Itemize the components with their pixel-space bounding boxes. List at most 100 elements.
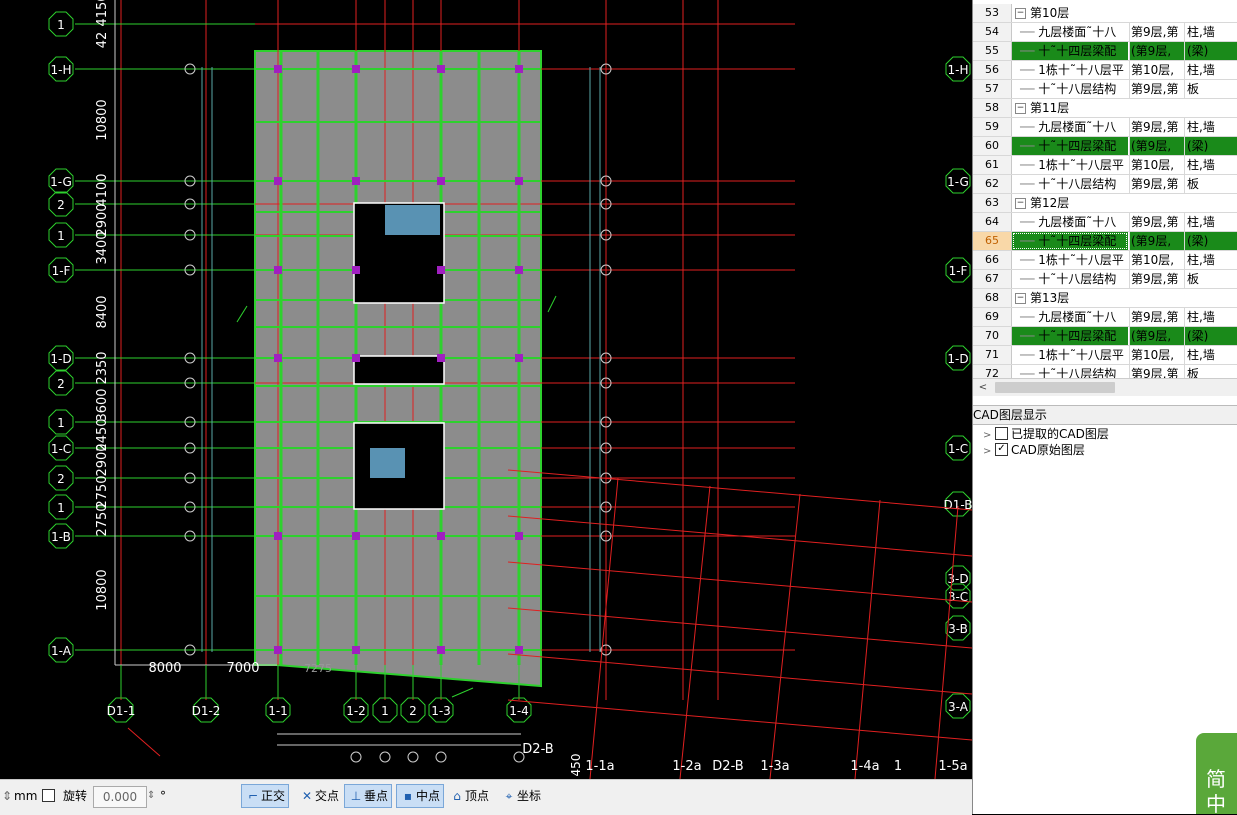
column-axis-label: 1 xyxy=(381,704,389,718)
dimension-label: 4100 xyxy=(95,173,110,206)
component-cell: (梁) xyxy=(1184,232,1237,250)
table-row[interactable]: 70 ── 十˜十四层梁配 (第9层, (梁) xyxy=(973,327,1237,346)
component-cell: 柱,墙 xyxy=(1184,61,1237,79)
drawing-name: ── 1栋十˜十八层平 xyxy=(1012,346,1128,364)
table-row[interactable]: 63− 第12层 xyxy=(973,194,1237,213)
floor-group-label: 第12层 xyxy=(1012,194,1128,212)
table-row[interactable]: 55 ── 十˜十四层梁配 (第9层, (梁) xyxy=(973,42,1237,61)
drawing-svg[interactable]: 1 1-H 1-G 2 1 1-F 1-D 2 1 1-C 2 1 1-B 1-A 4150 42 10800 4… xyxy=(0,0,973,780)
column-marker xyxy=(437,266,445,274)
cell-text: 第12层 xyxy=(1030,196,1070,210)
table-row[interactable]: 69 ── 九层楼面˜十八 第9层,第 柱,墙 xyxy=(973,308,1237,327)
snap-label: 顶点 xyxy=(465,789,490,803)
layer-panel-title: CAD图层显示 xyxy=(973,405,1237,425)
column-marker xyxy=(352,354,360,362)
table-row[interactable]: 58− 第11层 xyxy=(973,99,1237,118)
annotation-stroke xyxy=(236,305,248,323)
row-axis-label: 1-B xyxy=(51,530,71,544)
column-marker xyxy=(274,646,282,654)
tree-line: ── xyxy=(1020,63,1039,77)
floor-cell: (第9层, xyxy=(1129,42,1185,60)
layer-item-label: 已提取的CAD图层 xyxy=(1011,427,1109,441)
drawing-name: ── 九层楼面˜十八 xyxy=(1012,23,1128,41)
checkbox-original[interactable]: ✓ xyxy=(995,443,1008,456)
vertex-icon: ⌂ xyxy=(453,789,461,803)
horizontal-scrollbar[interactable]: < xyxy=(973,378,1237,396)
snap-label: 中点 xyxy=(416,789,441,803)
table-row[interactable]: 67 ── 十˜十八层结构 第9层,第板 xyxy=(973,270,1237,289)
rotate-checkbox[interactable] xyxy=(42,784,58,808)
cell-text: 1栋十˜十八层平 xyxy=(1038,63,1124,77)
tree-line: ── xyxy=(1020,329,1039,343)
snap-button[interactable]: ⌖ 坐标 xyxy=(498,784,544,808)
floor-cell: 第9层,第 xyxy=(1129,308,1185,326)
layer-item-extracted[interactable]: > 已提取的CAD图层 xyxy=(983,426,1109,442)
table-row[interactable]: 60 ── 十˜十四层梁配 (第9层, (梁) xyxy=(973,137,1237,156)
tree-line: ── xyxy=(1020,158,1039,172)
row-axis-label: 1-F xyxy=(52,264,71,278)
table-row[interactable]: 54 ── 九层楼面˜十八 第9层,第 柱,墙 xyxy=(973,23,1237,42)
row-axis-label: 1-F xyxy=(949,264,968,278)
row-axis-label: 1-D xyxy=(50,352,71,366)
rotate-label: 旋转 xyxy=(63,789,88,803)
intersection-icon: ✕ xyxy=(301,789,313,803)
cell-text: 第13层 xyxy=(1030,291,1070,305)
layer-table: 53− 第10层 54 ── 九层楼面˜十八 第9层,第 柱,墙 55 ── 十˜十四层梁配(… xyxy=(973,0,1237,380)
scroll-left-icon[interactable]: < xyxy=(975,380,991,395)
cell-text: 十˜十四层梁配 xyxy=(1038,139,1117,153)
row-number: 71 xyxy=(973,346,1012,364)
column-marker xyxy=(437,354,445,362)
table-row[interactable]: 68− 第13层 xyxy=(973,289,1237,308)
table-row[interactable]: 59 ── 九层楼面˜十八 第9层,第 柱,墙 xyxy=(973,118,1237,137)
row-axis-label: 1-H xyxy=(948,63,969,77)
table-row[interactable]: 62 ── 十˜十八层结构 第9层,第板 xyxy=(973,175,1237,194)
layer-item-label: CAD原始图层 xyxy=(1011,443,1085,457)
table-row[interactable]: 56 ── 1栋十˜十八层平 第10层, 柱,墙 xyxy=(973,61,1237,80)
column-marker xyxy=(274,532,282,540)
table-row[interactable]: 71 ── 1栋十˜十八层平 第10层, 柱,墙 xyxy=(973,346,1237,365)
table-row[interactable]: 65 ── 十˜十四层梁配 (第9层, (梁) xyxy=(973,232,1237,251)
table-row[interactable]: 61 ── 1栋十˜十八层平 第10层, 柱,墙 xyxy=(973,156,1237,175)
table-row[interactable]: 66 ── 1栋十˜十八层平 第10层, 柱,墙 xyxy=(973,251,1237,270)
layer-item-original[interactable]: > ✓ CAD原始图层 xyxy=(983,442,1085,458)
ime-widget[interactable]: 简 中 xyxy=(1196,733,1237,814)
drawing-name: ── 十˜十八层结构 xyxy=(1012,270,1128,288)
rotated-axis-label: 1-2a xyxy=(672,759,701,774)
skewed-grid-line xyxy=(507,607,973,649)
table-row[interactable]: 64 ── 九层楼面˜十八 第9层,第 柱,墙 xyxy=(973,213,1237,232)
cad-canvas[interactable]: 1 1-H 1-G 2 1 1-F 1-D 2 1 1-C 2 1 1-B 1-A 4150 42 10800 4… xyxy=(0,0,973,780)
cell-text: 第10层 xyxy=(1030,6,1070,20)
checkbox-extracted[interactable] xyxy=(995,427,1008,440)
column-marker xyxy=(437,646,445,654)
snap-button[interactable]: ⌐ 正交 xyxy=(241,784,290,808)
angle-spin-icon[interactable]: ⇕ xyxy=(147,784,155,808)
skewed-grid-line xyxy=(507,469,973,511)
skewed-grid-line xyxy=(507,561,973,603)
column-axis-label: D1-1 xyxy=(107,704,136,718)
column-marker xyxy=(352,532,360,540)
floor-cell: 第10层, xyxy=(1129,61,1185,79)
rotated-axis-label: 1-3a xyxy=(760,759,789,774)
row-axis-label: 1-H xyxy=(51,63,72,77)
component-cell: 柱,墙 xyxy=(1184,118,1237,136)
dimension-label: 42 xyxy=(95,32,110,49)
annotation-stroke xyxy=(127,727,161,757)
snap-button[interactable]: ✕ 交点 xyxy=(296,784,342,808)
table-row[interactable]: 57 ── 十˜十八层结构 第9层,第板 xyxy=(973,80,1237,99)
component-cell: 柱,墙 xyxy=(1184,308,1237,326)
snap-button[interactable]: ▪ 中点 xyxy=(396,784,445,808)
snap-button[interactable]: ⊥ 垂点 xyxy=(344,784,393,808)
angle-input[interactable]: 0.000 xyxy=(93,786,147,808)
midpoint-icon: ▪ xyxy=(403,789,413,803)
spin-icon[interactable]: ⇕ xyxy=(2,784,12,808)
snap-button[interactable]: ⌂ 顶点 xyxy=(446,784,492,808)
column-marker xyxy=(352,266,360,274)
floor-group-label: 第11层 xyxy=(1012,99,1128,117)
floor-cell: 第9层,第 xyxy=(1129,175,1185,193)
table-row[interactable]: 53− 第10层 xyxy=(973,4,1237,23)
row-number: 65 xyxy=(973,232,1012,250)
row-axis-label: 3-A xyxy=(948,700,969,714)
scroll-thumb[interactable] xyxy=(995,382,1115,393)
chevron-right-icon[interactable]: > xyxy=(983,444,995,460)
column-marker xyxy=(437,65,445,73)
